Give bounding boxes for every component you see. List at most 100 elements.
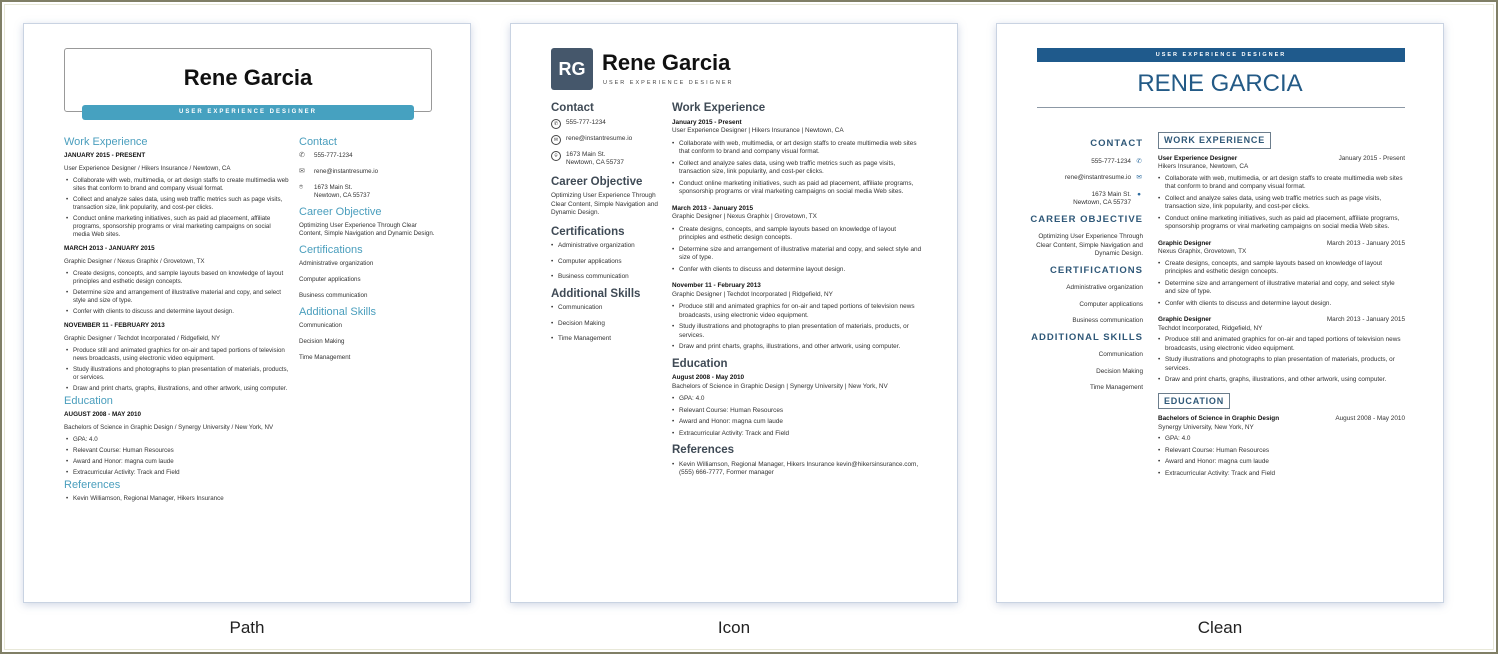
resume-template-icon[interactable]: RG Rene Garcia USER EXPERIENCE DESIGNER … [510,23,958,603]
bullet: Collaborate with web, multimedia, or art… [672,140,922,157]
resume-name: Rene Garcia [183,65,313,90]
job-date: NOVEMBER 11 - FEBRUARY 2013 [64,322,165,329]
work-heading: Work Experience [64,136,148,148]
objective-heading: Career Objective [299,206,382,218]
bullet: Determine size and arrangement of illust… [64,289,289,305]
bullet: Study illustrations and photographs to p… [672,323,922,340]
phone: 555-777-1234 [1091,157,1131,165]
job-role: Graphic Designer / Techdot Incorporated … [64,335,221,342]
bullet: Collect and analyze sales data, using we… [672,160,922,177]
bullet: Extracurricular Activity: Track and Fiel… [1158,470,1405,479]
skill-item: Decision Making [551,320,661,329]
address-line2: Newtown, CA 55737 [314,192,371,199]
job-org: Nexus Graphix, Grovetown, TX [1158,248,1247,255]
objective-heading: Career Objective [551,175,643,188]
job-entry: Graphic Designer March 2013 - January 201… [1158,316,1405,385]
job-role: Graphic Designer | Nexus Graphix | Grove… [672,213,817,220]
skill-item: Communication [551,304,661,313]
email: rene@instantresume.io [566,134,633,142]
work-heading: WORK EXPERIENCE [1158,132,1272,149]
phone-icon: ✆ [299,152,305,159]
objective-heading: CAREER OBJECTIVE [1030,213,1143,225]
certification-item: Business communication [1072,317,1143,324]
address-line1: 1673 Main St. [566,150,606,158]
resume-template-clean[interactable]: USER EXPERIENCE DESIGNER RENE GARCIA CON… [996,23,1444,603]
bullet: Draw and print charts, graphs, illustrat… [1158,376,1405,385]
job-role: Graphic Designer [1158,316,1212,323]
bullet: Relevant Course: Human Resources [1158,447,1405,456]
certification-item: Administrative organization [1066,284,1143,291]
certifications-heading: Certifications [551,225,625,238]
job-org: Hikers Insurance, Newtown, CA [1158,163,1249,170]
certification-item: Administrative organization [299,260,374,267]
template-caption-icon[interactable]: Icon [634,618,834,638]
education-heading: Education [672,357,728,370]
objective-text: Optimizing User Experience Through Clear… [551,192,658,216]
job-role: User Experience Designer | Hikers Insura… [672,127,844,134]
bullet: Collaborate with web, multimedia, or art… [1158,175,1405,192]
bullet: Relevant Course: Human Resources [672,407,922,416]
bullet: Award and Honor: magna cum laude [64,458,289,466]
job-date: January 2015 - Present [672,118,742,126]
bullet: Study illustrations and photographs to p… [1158,356,1405,373]
job-date: JANUARY 2015 - PRESENT [64,152,146,159]
job-role: User Experience Designer [1158,154,1238,162]
address-line2: Newtown, CA 55737 [1073,199,1131,206]
education-date: August 2008 - May 2010 [1335,415,1405,422]
job-title-bar: USER EXPERIENCE DESIGNER [1037,48,1405,62]
contact-heading: Contact [299,136,337,148]
certifications-heading: CERTIFICATIONS [1050,264,1143,276]
side-column: CONTACT 555-777-1234 ✆ rene@instantresume… [1027,136,1143,401]
name-header-box: Rene Garcia [64,48,432,112]
template-caption-path[interactable]: Path [147,618,347,638]
education-date: AUGUST 2008 - MAY 2010 [64,411,141,418]
job-entry: NOVEMBER 11 - FEBRUARY 2013 Graphic Desi… [64,322,289,393]
bullet: Confer with clients to discuss and deter… [1158,300,1405,309]
job-role: Graphic Designer [1158,239,1212,247]
job-entry: March 2013 - January 2015 Graphic Design… [672,205,922,275]
job-entry: JANUARY 2015 - PRESENT User Experience D… [64,152,289,239]
education-degree: Bachelors of Science in Graphic Design |… [672,382,888,390]
resume-name: Rene Garcia [602,50,731,75]
bullet: GPA: 4.0 [64,436,289,444]
bullet: Produce still and animated graphics for … [64,347,289,363]
skills-heading: ADDITIONAL SKILLS [1031,331,1143,343]
address-line2: Newtown, CA 55737 [566,159,624,166]
job-role: Graphic Designer | Techdot Incorporated … [672,290,833,298]
bullet: GPA: 4.0 [1158,435,1405,444]
skill-item: Time Management [551,335,661,344]
job-entry: January 2015 - Present User Experience D… [672,119,922,197]
certification-item: Administrative organization [551,242,661,251]
header-divider [1037,107,1405,108]
contact-heading: Contact [551,102,594,114]
job-role: User Experience Designer / Hikers Insura… [64,165,231,172]
skill-item: Communication [299,322,342,329]
job-date: November 11 - February 2013 [672,282,761,289]
job-date: January 2015 - Present [1338,154,1405,162]
skill-item: Time Management [299,354,351,361]
education-heading: EDUCATION [1158,392,1231,409]
email-icon: ✉ [551,134,561,145]
template-caption-clean[interactable]: Clean [1120,618,1320,638]
job-date: March 2013 - January 2015 [1326,239,1405,247]
reference-item: Kevin Williamson, Regional Manager, Hike… [672,461,922,478]
main-column: Work Experience January 2015 - Present U… [672,102,922,486]
bullet: Collaborate with web, multimedia, or art… [64,177,289,193]
main-column: Work Experience JANUARY 2015 - PRESENT U… [64,134,289,506]
education-date: August 2008 - May 2010 [672,374,745,381]
email: rene@instantresume.io [1064,174,1131,181]
job-title-bar: USER EXPERIENCE DESIGNER [82,105,414,120]
education-org: Synergy University, New York, NY [1158,423,1254,431]
reference-item: Kevin Williamson, Regional Manager, Hike… [64,495,289,503]
location-icon: ● [1137,190,1141,198]
bullet: Determine size and arrangement of illust… [1158,280,1405,297]
skill-item: Decision Making [1096,367,1143,375]
email-icon: ✉ [1136,174,1142,181]
resume-template-path[interactable]: Rene Garcia USER EXPERIENCE DESIGNER Wor… [23,23,471,603]
location-icon: ⌾ [299,184,304,191]
job-entry: MARCH 2013 - JANUARY 2015 Graphic Design… [64,245,289,316]
certification-item: Computer applications [299,276,361,283]
initials-badge: RG [551,48,593,90]
phone: 555-777-1234 [314,152,353,159]
skill-item: Communication [1098,351,1143,358]
